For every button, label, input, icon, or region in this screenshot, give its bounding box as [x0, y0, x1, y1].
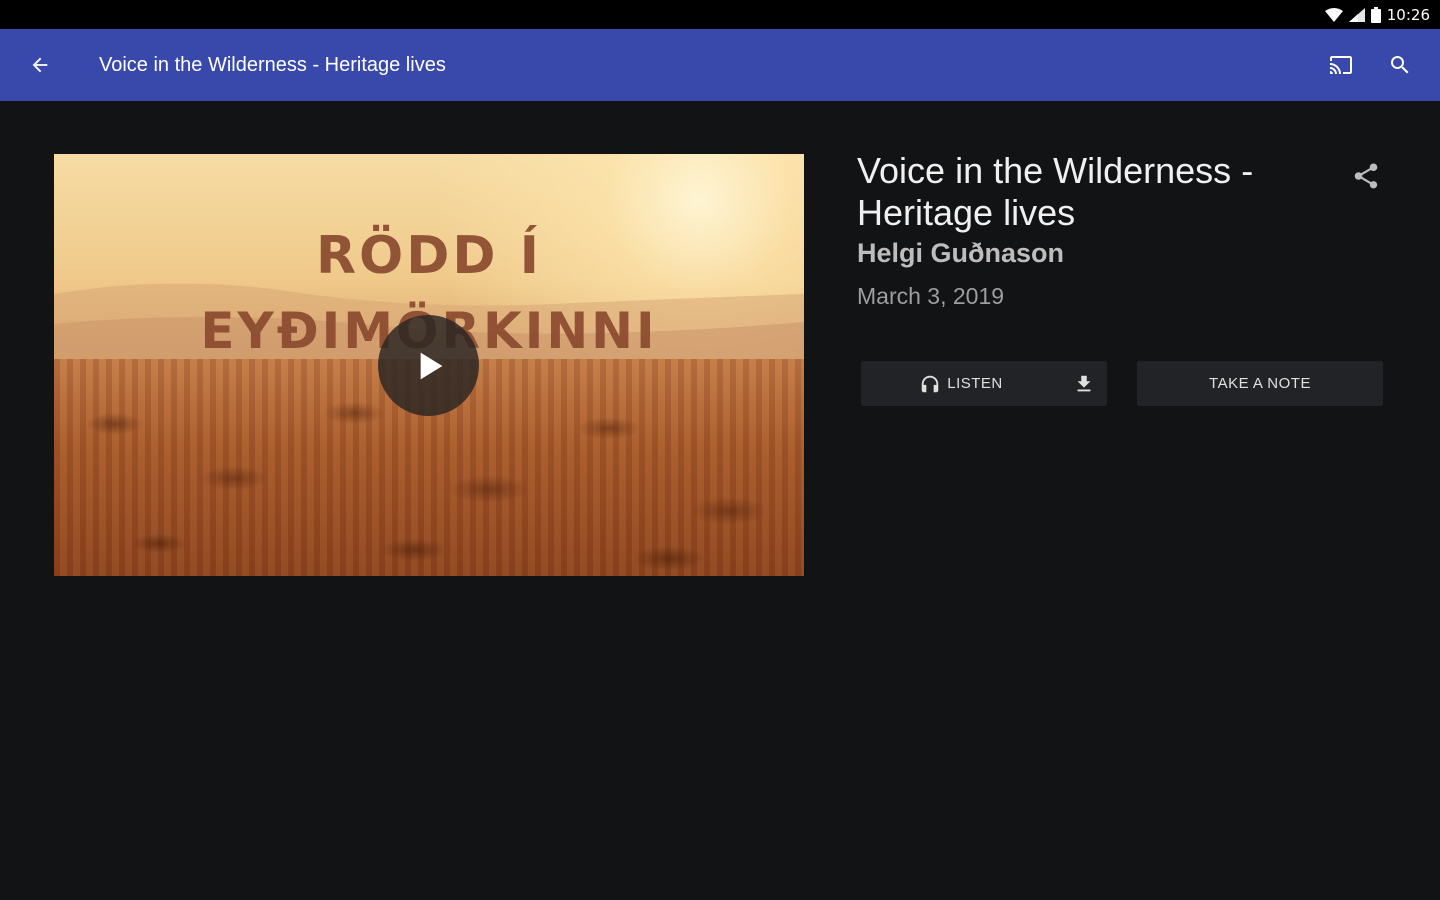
cast-icon [1330, 56, 1352, 74]
search-button[interactable] [1376, 41, 1424, 89]
cast-button[interactable] [1317, 41, 1365, 89]
share-button[interactable] [1342, 152, 1390, 200]
listen-group: LISTEN [861, 361, 1107, 406]
wifi-icon [1324, 7, 1343, 22]
app-bar: Voice in the Wilderness - Heritage lives [0, 29, 1440, 101]
status-bar: 10:26 [0, 0, 1440, 29]
video-thumbnail[interactable]: RÖDD Í EYÐIMÖRKINNI [54, 154, 804, 576]
signal-icon [1348, 7, 1365, 22]
download-button[interactable] [1061, 361, 1107, 406]
status-icons: 10:26 [1324, 0, 1430, 29]
speaker-name: Helgi Guðnason [857, 238, 1065, 268]
play-icon [420, 352, 442, 379]
play-button[interactable] [378, 315, 479, 416]
media-title: Voice in the Wilderness - Heritage lives [857, 150, 1254, 233]
listen-label: LISTEN [947, 375, 1003, 392]
battery-icon [1370, 6, 1381, 23]
listen-button[interactable]: LISTEN [861, 361, 1061, 406]
app-bar-title: Voice in the Wilderness - Heritage lives [99, 54, 446, 76]
status-time: 10:26 [1386, 5, 1430, 24]
media-date: March 3, 2019 [857, 283, 1005, 309]
search-icon [1391, 56, 1409, 74]
headphones-icon [921, 375, 939, 392]
arrow-back-icon [32, 57, 48, 73]
take-note-label: TAKE A NOTE [1209, 375, 1311, 392]
back-button[interactable] [16, 41, 64, 89]
thumbnail-title-line-1: RÖDD Í [315, 226, 543, 286]
share-icon [1354, 163, 1378, 189]
download-icon [1077, 375, 1091, 391]
take-note-button[interactable]: TAKE A NOTE [1137, 361, 1383, 406]
